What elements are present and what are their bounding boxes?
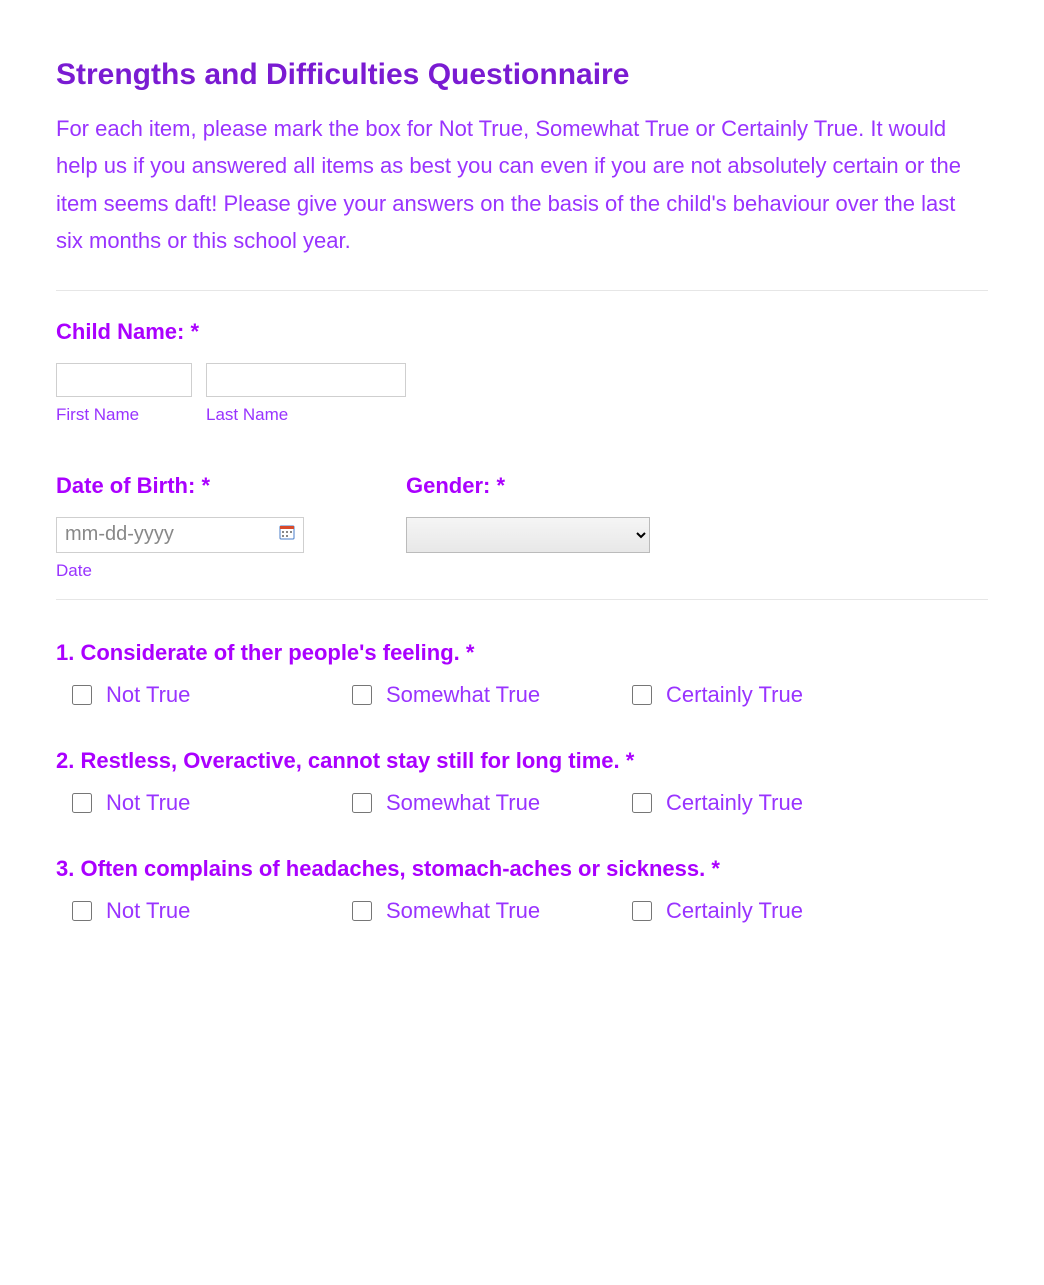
divider [56,290,988,291]
q3-not-true-checkbox[interactable] [72,901,92,921]
option-label: Certainly True [666,682,803,708]
dob-label: Date of Birth: [56,473,195,498]
required-mark: * [201,473,210,498]
first-name-input[interactable] [56,363,192,397]
q1-not-true[interactable]: Not True [68,682,348,708]
last-name-sublabel: Last Name [206,405,406,425]
option-label: Somewhat True [386,682,540,708]
required-mark: * [190,319,199,344]
question-3-text: 3. Often complains of headaches, stomach… [56,856,705,881]
page-title: Strengths and Difficulties Questionnaire [56,58,988,92]
q2-somewhat-checkbox[interactable] [352,793,372,813]
q3-not-true[interactable]: Not True [68,898,348,924]
option-label: Somewhat True [386,790,540,816]
q3-somewhat-checkbox[interactable] [352,901,372,921]
gender-label: Gender: [406,473,490,498]
question-1-text: 1. Considerate of ther people's feeling. [56,640,460,665]
gender-select[interactable] [406,517,650,553]
option-label: Certainly True [666,898,803,924]
dob-sublabel: Date [56,561,406,581]
question-2-text: 2. Restless, Overactive, cannot stay sti… [56,748,620,773]
divider [56,599,988,600]
q3-certainly-true[interactable]: Certainly True [628,898,908,924]
q1-certainly-checkbox[interactable] [632,685,652,705]
last-name-input[interactable] [206,363,406,397]
dob-field: Date of Birth: * mm-dd-yyyy [56,473,406,581]
required-mark: * [496,473,505,498]
q2-not-true[interactable]: Not True [68,790,348,816]
dob-placeholder: mm-dd-yyyy [65,523,174,546]
q1-certainly-true[interactable]: Certainly True [628,682,908,708]
child-name-label: Child Name: [56,319,184,344]
option-label: Not True [106,682,190,708]
question-3: 3. Often complains of headaches, stomach… [56,856,988,924]
option-label: Not True [106,790,190,816]
required-mark: * [711,856,720,881]
calendar-icon[interactable] [279,524,295,545]
child-name-field: Child Name: * First Name Last Name [56,319,988,425]
questions-section: 1. Considerate of ther people's feeling.… [56,640,988,996]
option-label: Somewhat True [386,898,540,924]
required-mark: * [626,748,635,773]
q2-not-true-checkbox[interactable] [72,793,92,813]
first-name-sublabel: First Name [56,405,192,425]
required-mark: * [466,640,475,665]
q3-certainly-checkbox[interactable] [632,901,652,921]
q1-somewhat-checkbox[interactable] [352,685,372,705]
intro-text: For each item, please mark the box for N… [56,110,988,260]
q2-certainly-true[interactable]: Certainly True [628,790,908,816]
dob-input[interactable]: mm-dd-yyyy [56,517,304,553]
gender-field: Gender: * [406,473,988,581]
question-4: 4. Shares readily with other children (t… [56,964,988,996]
q1-not-true-checkbox[interactable] [72,685,92,705]
question-1: 1. Considerate of ther people's feeling.… [56,640,988,708]
q2-certainly-checkbox[interactable] [632,793,652,813]
question-2: 2. Restless, Overactive, cannot stay sti… [56,748,988,816]
q1-somewhat-true[interactable]: Somewhat True [348,682,628,708]
q2-somewhat-true[interactable]: Somewhat True [348,790,628,816]
option-label: Certainly True [666,790,803,816]
option-label: Not True [106,898,190,924]
q3-somewhat-true[interactable]: Somewhat True [348,898,628,924]
